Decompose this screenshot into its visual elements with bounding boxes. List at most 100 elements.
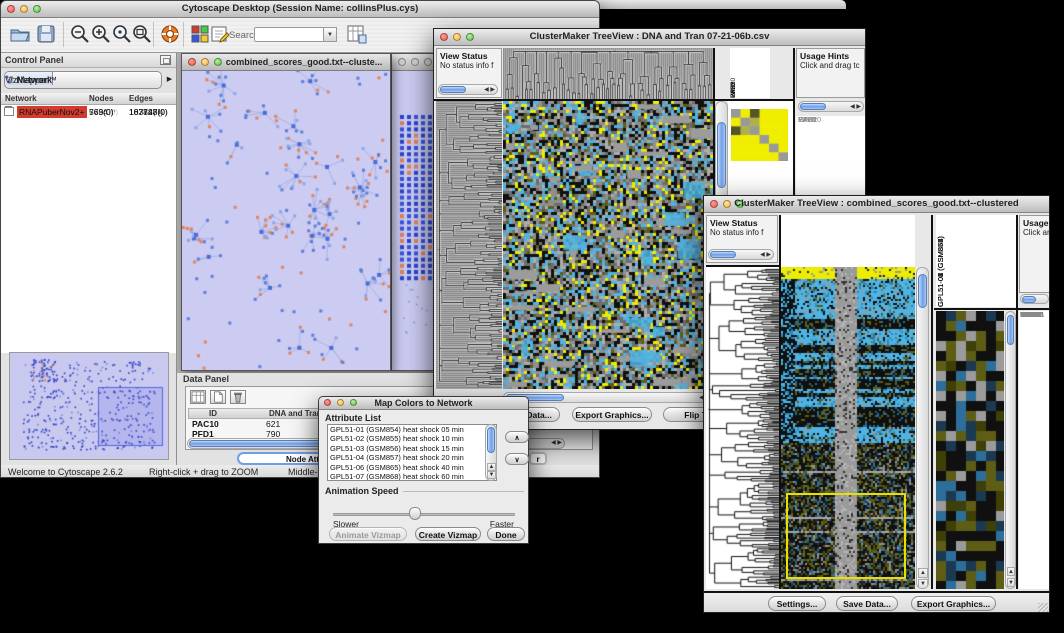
combined-gene-list: PFD1YRA1RNR4MSL1SPC98CLN1NIS1BUD4ELG1MAK… (1019, 311, 1050, 589)
scrollbar-thumb[interactable] (918, 274, 927, 308)
export-graphics-button[interactable]: Export Graphics... (911, 596, 996, 611)
row-dendrogram-canvas[interactable] (436, 101, 502, 389)
animation-speed-slider-thumb[interactable] (409, 507, 421, 520)
delete-attribute-icon[interactable] (230, 390, 246, 404)
network-overview-panel[interactable] (9, 352, 169, 460)
network-table-header[interactable]: Network Nodes Edges (1, 93, 176, 105)
float-panel-icon[interactable] (160, 55, 171, 65)
view1-title-bar[interactable]: combined_scores_good.txt--cluste... (182, 54, 390, 71)
network-edges-count: 107847(0) (129, 107, 168, 117)
attribute-list[interactable]: GPL51-01 (GSM854) heat shock 05 minGPL51… (327, 424, 497, 481)
view-status-title: View Status (710, 218, 758, 228)
zoom-out-icon[interactable] (69, 23, 91, 45)
attribute-list-item[interactable]: GPL51-04 (GSM857) heat shock 20 min (328, 453, 496, 462)
usage-hints-panel: Usage Hints Click and drag tc (796, 48, 865, 98)
view-status-text: No status info f (710, 228, 763, 237)
control-panel-title: Control Panel (5, 55, 64, 65)
main-window-title: Cytoscape Desktop (Session Name: collins… (1, 3, 599, 14)
tab-vizmapper[interactable]: VizMapper™ (5, 72, 57, 85)
settings-button[interactable]: Settings... (768, 596, 826, 611)
column-label[interactable]: GPL51-08 (GSM872) (936, 215, 947, 307)
heatmap-selection-rect (786, 493, 906, 579)
network-table: Network Nodes Edges combined_scores 2764… (1, 93, 176, 353)
view-status-hscrollbar[interactable]: ◀ ▶ (438, 84, 498, 95)
row-dendrogram-canvas[interactable] (706, 267, 779, 589)
attribute-list-item[interactable]: GPL51-01 (GSM854) heat shock 05 min (328, 425, 496, 434)
combined-column-labels: GPL51-01 (GSM854)GPL51-02 (GSM855)GPL51-… (936, 215, 1016, 307)
status-welcome: Welcome to Cytoscape 2.6.2 (8, 467, 123, 477)
move-up-button[interactable]: ∧ (505, 431, 529, 443)
main-title-bar[interactable]: Cytoscape Desktop (Session Name: collins… (1, 1, 599, 18)
zoom-in-icon[interactable] (90, 23, 112, 45)
scroll-up-arrow[interactable]: ▲ (1007, 567, 1015, 576)
dna-heatmap-canvas[interactable] (503, 101, 713, 389)
data-col-id: ID (209, 409, 217, 418)
attribute-list-scrollbar[interactable]: ▲ ▼ (485, 424, 497, 481)
annotation-icon[interactable] (209, 23, 231, 45)
scroll-up-arrow[interactable]: ▲ (918, 568, 928, 578)
open-file-icon[interactable] (9, 23, 31, 45)
treeview-combined-window: ClusterMaker TreeView : combined_scores_… (703, 195, 1050, 613)
column-label[interactable]: PAC10 (730, 48, 736, 98)
treeview-combined-title-bar[interactable]: ClusterMaker TreeView : combined_scores_… (704, 196, 1049, 213)
map-colors-dialog: Map Colors to Network Attribute List GPL… (318, 396, 529, 544)
scroll-down-arrow[interactable]: ▼ (918, 579, 928, 589)
resize-grip[interactable] (1038, 603, 1048, 613)
scroll-down-arrow[interactable]: ▼ (1007, 578, 1015, 587)
zoom-heatmap-canvas[interactable] (936, 311, 1004, 589)
gene-label[interactable]: MON2 (1019, 311, 1042, 320)
attribute-list-item[interactable]: GPL51-03 (GSM856) heat shock 15 min (328, 444, 496, 453)
heatmap-vscrollbar[interactable]: ▲ ▼ (916, 267, 929, 589)
view-status-hscrollbar[interactable]: ◀ ▶ (708, 249, 774, 260)
zoom-selected-icon[interactable] (111, 23, 133, 45)
network-view-canvas-1[interactable] (182, 71, 390, 370)
network-overview-canvas[interactable] (10, 353, 168, 459)
animation-speed-slider-track[interactable] (333, 513, 515, 516)
attribute-list-item[interactable]: GPL51-06 (GSM865) heat shock 40 min (328, 463, 496, 472)
zoom-fit-icon[interactable] (131, 23, 153, 45)
tab-overflow-arrow[interactable]: ▶ (164, 71, 175, 89)
column-dendrogram-canvas[interactable] (503, 48, 713, 99)
dialog-title-bar[interactable]: Map Colors to Network (319, 397, 528, 410)
move-down-button[interactable]: ∨ (505, 453, 529, 465)
treeview-combined-title: ClusterMaker TreeView : combined_scores_… (704, 198, 1049, 209)
search-dropdown-arrow-icon[interactable]: ▼ (324, 27, 337, 42)
attribute-browser-icon[interactable] (345, 23, 367, 45)
attribute-list-label: Attribute List (325, 413, 381, 423)
similarity-matrix-canvas[interactable] (731, 109, 788, 161)
treeview-dna-title-bar[interactable]: ClusterMaker TreeView : DNA and Tran 07-… (434, 29, 865, 46)
view1-title: combined_scores_good.txt--cluste... (182, 57, 390, 67)
animate-vizmap-button[interactable]: Animate Vizmap (329, 527, 407, 541)
save-icon[interactable] (35, 23, 57, 45)
view-status-text: No status info f (440, 61, 493, 70)
status-hint-pan: Middle- (288, 467, 318, 477)
zoom-vscrollbar[interactable]: ▲ ▼ (1005, 311, 1016, 589)
new-attribute-icon[interactable] (210, 390, 226, 404)
gene-id: PAC10 (192, 419, 219, 429)
scroll-up-arrow[interactable]: ▲ (487, 463, 496, 471)
edge-attribute-browser-button-fragment[interactable]: r (529, 452, 547, 465)
select-attributes-icon[interactable] (190, 390, 206, 404)
divider (931, 215, 933, 589)
create-vizmap-button[interactable]: Create Vizmap (415, 527, 481, 541)
save-data-button[interactable]: Save Data... (836, 596, 898, 611)
done-button[interactable]: Done (487, 527, 525, 541)
vizmapper-icon[interactable] (189, 23, 211, 45)
export-graphics-button[interactable]: Export Graphics... (572, 407, 652, 422)
attribute-list-item[interactable]: GPL51-02 (GSM855) heat shock 10 min (328, 434, 496, 443)
help-lifering-icon[interactable] (159, 23, 181, 45)
attribute-list-item[interactable]: GPL51-07 (GSM868) heat shock 60 min (328, 472, 496, 481)
scrollbar-arrows[interactable]: ◀ ▶ (551, 440, 562, 446)
gene-label[interactable]: PAC10 (796, 116, 821, 125)
usage-hints-hscrollbar[interactable]: ◀ ▶ (798, 101, 864, 112)
scrollbar-thumb[interactable] (717, 122, 726, 188)
heatmap-hscrollbar[interactable]: ◀ ▶ (503, 392, 713, 403)
scroll-down-arrow[interactable]: ▼ (487, 471, 496, 479)
network-view-window-1: combined_scores_good.txt--cluste... (181, 53, 391, 371)
window-controls[interactable] (398, 58, 438, 67)
search-input[interactable] (254, 27, 324, 42)
usage-hints-hscrollbar[interactable] (1020, 294, 1049, 304)
scrollbar-thumb[interactable] (1007, 315, 1014, 345)
scrollbar-thumb[interactable] (487, 427, 495, 453)
toolbar-separator (63, 22, 64, 47)
